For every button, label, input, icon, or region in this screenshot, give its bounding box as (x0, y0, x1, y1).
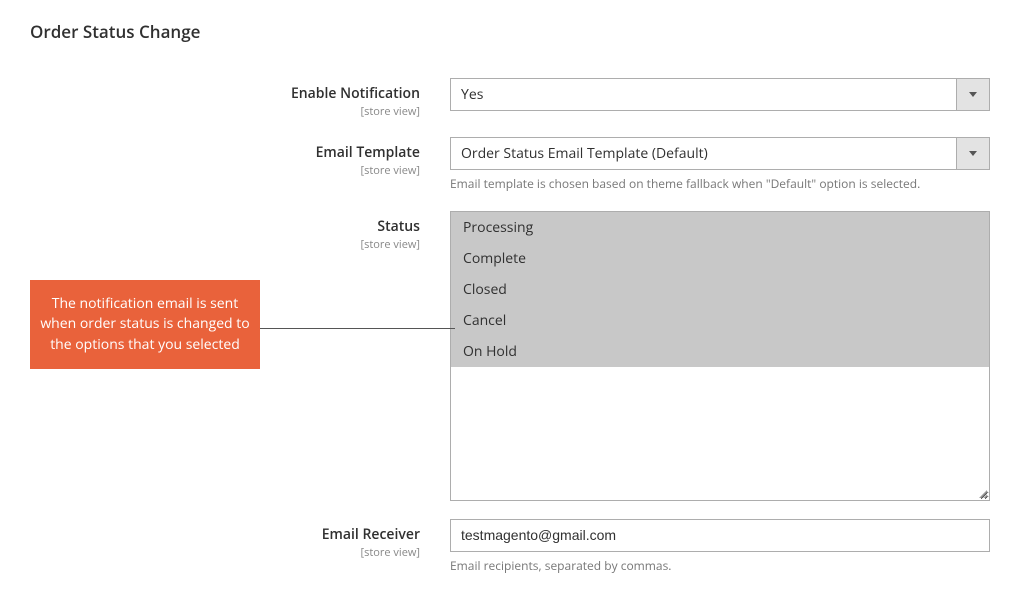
email-template-note: Email template is chosen based on theme … (450, 176, 990, 193)
label-email-template: Email Template [store view] (30, 137, 450, 178)
chevron-down-icon (956, 138, 989, 169)
status-option[interactable]: Complete (451, 243, 989, 274)
status-option[interactable]: Cancel (451, 305, 989, 336)
email-receiver-note: Email recipients, separated by commas. (450, 558, 990, 575)
label-status: Status [store view] (30, 211, 450, 252)
label-text: Status (30, 217, 420, 236)
enable-notification-select[interactable]: Yes (450, 78, 990, 111)
label-text: Enable Notification (30, 84, 420, 103)
status-multiselect[interactable]: ProcessingCompleteClosedCancelOn Hold (450, 211, 990, 501)
email-template-select[interactable]: Order Status Email Template (Default) (450, 137, 990, 170)
row-enable-notification: Enable Notification [store view] Yes (30, 78, 997, 119)
annotation-line (260, 328, 455, 329)
select-value: Yes (451, 79, 956, 110)
label-email-receiver: Email Receiver [store view] (30, 519, 450, 560)
status-option[interactable]: On Hold (451, 336, 989, 367)
label-text: Email Template (30, 143, 420, 162)
row-email-receiver: Email Receiver [store view] Email recipi… (30, 519, 997, 575)
chevron-down-icon (956, 79, 989, 110)
label-scope: [store view] (30, 104, 420, 119)
label-scope: [store view] (30, 163, 420, 178)
status-option[interactable]: Closed (451, 274, 989, 305)
label-scope: [store view] (30, 545, 420, 560)
select-value: Order Status Email Template (Default) (451, 138, 956, 169)
label-enable-notification: Enable Notification [store view] (30, 78, 450, 119)
section-title: Order Status Change (30, 20, 997, 43)
status-option[interactable]: Processing (451, 212, 989, 243)
email-receiver-input[interactable] (450, 519, 990, 552)
annotation-callout: The notification email is sent when orde… (30, 280, 260, 369)
label-text: Email Receiver (30, 525, 420, 544)
label-scope: [store view] (30, 237, 420, 252)
resize-handle-icon (977, 488, 987, 498)
row-email-template: Email Template [store view] Order Status… (30, 137, 997, 193)
